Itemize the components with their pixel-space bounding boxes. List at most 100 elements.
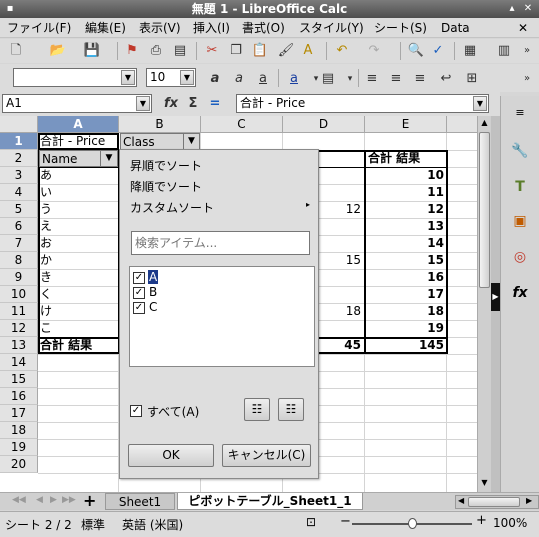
cell-e4[interactable]: 11: [366, 184, 446, 201]
cell-a3[interactable]: あ: [38, 167, 118, 184]
tab-sheet1[interactable]: Sheet1: [105, 493, 175, 510]
item-b-checkbox[interactable]: ✓: [133, 287, 145, 299]
vertical-scroll-thumb[interactable]: [479, 132, 490, 288]
font-name-combo[interactable]: ▼: [13, 68, 137, 87]
sort-descending-item[interactable]: 降順でソート: [130, 178, 202, 195]
tab-pivot-sheet[interactable]: ピボットテーブル_Sheet1_1: [177, 493, 363, 510]
row-header[interactable]: 10: [0, 286, 38, 303]
zoom-in-icon[interactable]: +: [476, 513, 487, 528]
selection-mode-icon[interactable]: ⊡: [306, 515, 316, 529]
row-header[interactable]: 20: [0, 456, 38, 473]
cell-e13[interactable]: 145: [366, 337, 446, 354]
row-header[interactable]: 1: [0, 133, 38, 150]
highlight-dropdown-icon[interactable]: ▾: [340, 69, 360, 89]
functions-icon[interactable]: fx: [509, 282, 531, 304]
menu-format[interactable]: 書式(O): [241, 18, 286, 38]
italic-icon[interactable]: a: [229, 69, 249, 89]
zoom-level[interactable]: 100%: [493, 516, 527, 530]
column-header-b[interactable]: B: [119, 116, 201, 133]
find-replace-icon[interactable]: 🔍: [406, 41, 426, 61]
name-box[interactable]: A1 ▼: [2, 94, 152, 113]
font-name-dropdown-icon[interactable]: ▼: [121, 70, 135, 85]
last-sheet-icon[interactable]: ▶▶: [62, 495, 76, 505]
merge-cells-icon[interactable]: ⊞: [462, 69, 482, 89]
horizontal-scroll-thumb[interactable]: [468, 497, 520, 507]
cell-a9[interactable]: き: [38, 269, 118, 286]
row-header[interactable]: 15: [0, 371, 38, 388]
row-header[interactable]: 18: [0, 422, 38, 439]
underline-icon[interactable]: a: [253, 69, 273, 89]
cell-e8[interactable]: 15: [366, 252, 446, 269]
custom-sort-item[interactable]: カスタムソート: [130, 199, 214, 216]
print-preview-icon[interactable]: ▤: [170, 41, 190, 61]
cell-e11[interactable]: 18: [366, 303, 446, 320]
cell-a10[interactable]: く: [38, 286, 118, 303]
select-current-only-button[interactable]: ☷: [244, 398, 270, 421]
ok-button[interactable]: OK: [128, 444, 214, 467]
font-size-combo[interactable]: 10 ▼: [146, 68, 196, 87]
open-icon[interactable]: 📂: [48, 41, 68, 61]
prev-sheet-icon[interactable]: ◀: [36, 495, 43, 505]
align-left-icon[interactable]: ≡: [362, 69, 382, 89]
toolbar-overflow-icon[interactable]: »: [517, 41, 537, 61]
class-filter-dropdown-icon[interactable]: ▼: [183, 133, 200, 150]
menu-styles[interactable]: スタイル(Y): [298, 18, 365, 38]
highlight-icon[interactable]: ▤: [318, 69, 338, 89]
zoom-slider-thumb[interactable]: [408, 518, 417, 529]
zoom-out-icon[interactable]: −: [340, 514, 351, 529]
bold-icon[interactable]: a: [205, 69, 225, 89]
search-items-input[interactable]: [131, 231, 310, 255]
column-header-c[interactable]: C: [201, 116, 283, 133]
spelling-icon[interactable]: ✓: [428, 41, 448, 61]
select-all-checkbox[interactable]: ✓: [130, 405, 142, 417]
cell-a13[interactable]: 合計 結果: [38, 337, 118, 354]
export-pdf-icon[interactable]: ⚑: [122, 41, 142, 61]
cell-e10[interactable]: 17: [366, 286, 446, 303]
cell-e7[interactable]: 14: [366, 235, 446, 252]
sidebar-menu-icon[interactable]: ≡: [509, 102, 531, 124]
select-all-corner[interactable]: [0, 116, 38, 133]
cell-a11[interactable]: け: [38, 303, 118, 320]
vertical-scrollbar[interactable]: ▲ ▼: [477, 116, 491, 492]
menu-insert[interactable]: 挿入(I): [192, 18, 231, 38]
clone-format-icon[interactable]: 🖌: [276, 41, 296, 61]
cancel-button[interactable]: キャンセル(C): [222, 444, 311, 467]
menu-close-icon[interactable]: ✕: [517, 18, 529, 38]
cell-a1[interactable]: 合計 - Price: [38, 133, 118, 150]
row-header[interactable]: 5: [0, 201, 38, 218]
cell-e9[interactable]: 16: [366, 269, 446, 286]
language[interactable]: 英語 (米国): [122, 516, 183, 533]
item-b-label[interactable]: B: [149, 285, 157, 299]
menu-file[interactable]: ファイル(F): [6, 18, 72, 38]
item-c-label[interactable]: C: [149, 300, 157, 314]
gallery-icon[interactable]: ▣: [509, 210, 531, 232]
menu-data[interactable]: Data: [440, 18, 471, 38]
copy-icon[interactable]: ❐: [226, 41, 246, 61]
column-icon[interactable]: ▥: [494, 41, 514, 61]
horizontal-scrollbar[interactable]: ◀ ▶: [455, 495, 539, 509]
cell-b1-class-field[interactable]: Class: [120, 133, 184, 150]
formula-input[interactable]: 合計 - Price ▼: [236, 94, 489, 113]
row-header[interactable]: 9: [0, 269, 38, 286]
function-wizard-icon[interactable]: fx: [161, 94, 181, 114]
cell-e2[interactable]: 合計 結果: [366, 150, 446, 167]
name-filter-dropdown-icon[interactable]: ▼: [100, 150, 118, 167]
new-icon[interactable]: 🗋: [6, 41, 26, 61]
formula-expand-icon[interactable]: ▼: [473, 96, 487, 111]
sort-ascending-item[interactable]: 昇順でソート: [130, 157, 202, 174]
wrap-text-icon[interactable]: ↩: [436, 69, 456, 89]
column-header-d[interactable]: D: [283, 116, 365, 133]
select-all-label[interactable]: すべて(A): [147, 403, 199, 420]
styles-icon[interactable]: T: [509, 176, 531, 198]
item-c-checkbox[interactable]: ✓: [133, 302, 145, 314]
name-box-dropdown-icon[interactable]: ▼: [136, 96, 150, 111]
cut-icon[interactable]: ✂: [202, 41, 222, 61]
paste-icon[interactable]: 📋: [250, 41, 270, 61]
row-header[interactable]: 11: [0, 303, 38, 320]
sum-icon[interactable]: Σ: [183, 94, 203, 114]
row-header[interactable]: 3: [0, 167, 38, 184]
cell-a7[interactable]: お: [38, 235, 118, 252]
cell-e12[interactable]: 19: [366, 320, 446, 337]
row-header[interactable]: 6: [0, 218, 38, 235]
row-header[interactable]: 7: [0, 235, 38, 252]
